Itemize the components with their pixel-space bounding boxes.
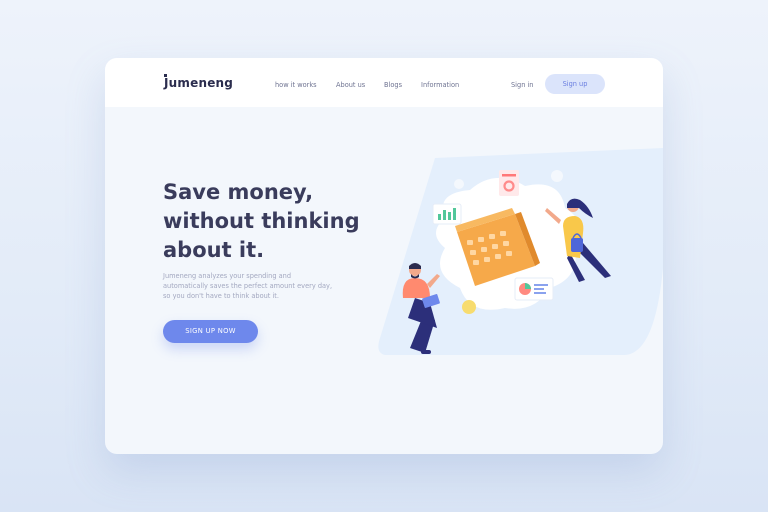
hero-description-line: automatically saves the perfect amount e… [163, 281, 333, 290]
sign-up-button[interactable]: Sign up [545, 74, 605, 94]
hero-title: Save money, without thinking about it. [163, 178, 393, 265]
bar-chart-icon [432, 203, 462, 225]
donut-chart-icon [499, 170, 519, 196]
hero-description-line: so you don't have to think about it. [163, 291, 279, 300]
brand-logo[interactable]: Jumeneng [164, 76, 233, 90]
nav-link-about-us[interactable]: About us [336, 81, 365, 89]
hero-title-line: without thinking [163, 209, 360, 233]
sign-in-link[interactable]: Sign in [511, 81, 534, 89]
navbar: Jumeneng how it works About us Blogs Inf… [105, 58, 663, 107]
bubble [454, 179, 464, 189]
sign-up-now-button[interactable]: SIGN UP NOW [163, 320, 258, 343]
nav-link-blogs[interactable]: Blogs [384, 81, 402, 89]
pie-chart-icon [514, 277, 554, 301]
nav-link-information[interactable]: Information [421, 81, 459, 89]
hero-title-line: Save money, [163, 180, 314, 204]
bubble [551, 170, 563, 182]
hero-description: Jumeneng analyzes your spending and auto… [163, 272, 348, 301]
hero-title-line: about it. [163, 238, 265, 262]
hero-description-line: Jumeneng analyzes your spending and [163, 272, 292, 280]
landing-card: Jumeneng how it works About us Blogs Inf… [105, 58, 663, 454]
nav-link-how-it-works[interactable]: how it works [275, 81, 317, 89]
coin-icon [462, 300, 476, 314]
hero-illustration [378, 148, 663, 355]
